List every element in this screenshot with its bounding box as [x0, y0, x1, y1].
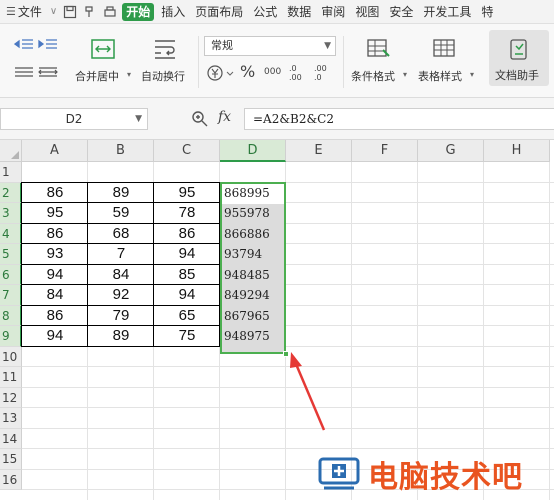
- computer-logo-icon: [318, 457, 360, 490]
- watermark-text: 电脑技术吧: [368, 460, 523, 495]
- watermark: 电脑技术吧: [316, 452, 523, 496]
- annotation-arrow: [290, 352, 326, 431]
